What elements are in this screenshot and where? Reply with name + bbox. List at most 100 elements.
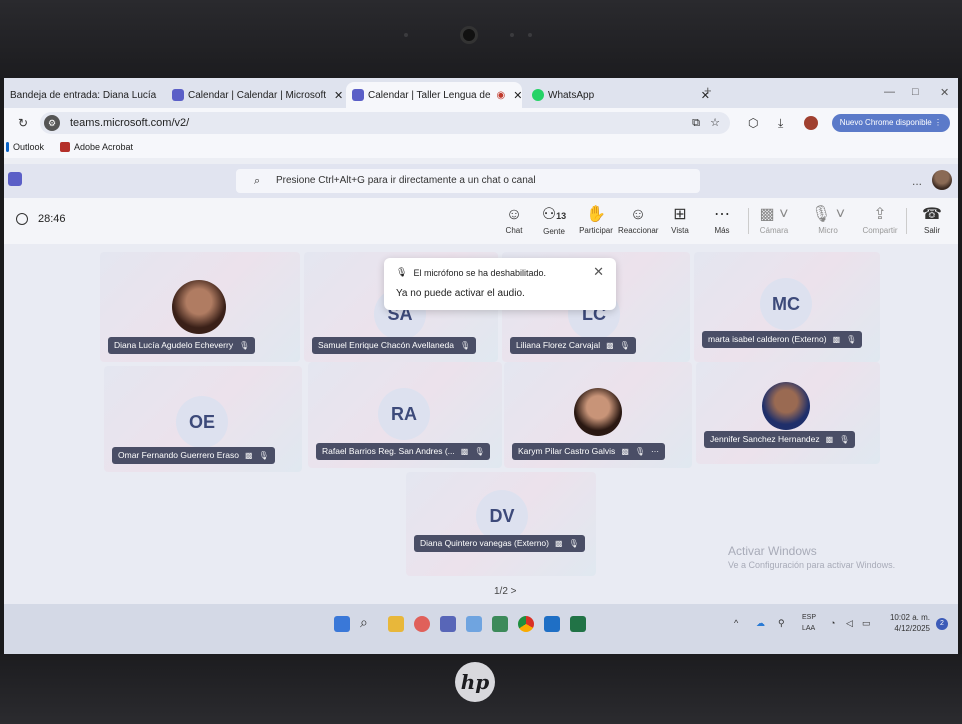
- new-tab-button[interactable]: +: [704, 83, 712, 98]
- participant-name: marta isabel calderon (Externo) ▩ 🎙: [702, 331, 863, 348]
- app-icon[interactable]: [414, 616, 430, 632]
- app-icon[interactable]: [440, 616, 456, 632]
- bookmark-outlook[interactable]: Outlook: [6, 142, 44, 152]
- cloud-icon[interactable]: ☁: [756, 618, 765, 629]
- site-info-icon[interactable]: ⚙: [44, 115, 60, 131]
- mic-off-icon: 🎙: [258, 451, 269, 460]
- minimize-icon[interactable]: —: [884, 86, 895, 98]
- user-avatar[interactable]: [932, 170, 952, 190]
- tab-whatsapp[interactable]: WhatsApp ✕: [526, 82, 716, 108]
- tray-chevron-icon[interactable]: ^: [734, 618, 738, 628]
- participant-tile[interactable]: Diana Lucía Agudelo Echeverry 🎙: [100, 252, 300, 362]
- more-icon: ⋯: [714, 206, 730, 223]
- battery-icon[interactable]: ▭: [862, 618, 871, 629]
- teams-search-input[interactable]: ⌕ Presione Ctrl+Alt+G para ir directamen…: [236, 169, 700, 193]
- mic-off-icon: 🎙: [396, 267, 408, 277]
- reload-icon[interactable]: ↻: [18, 116, 28, 130]
- participant-name: Diana Lucía Agudelo Echeverry 🎙: [108, 337, 256, 354]
- teams-header: ⌕ Presione Ctrl+Alt+G para ir directamen…: [4, 164, 958, 198]
- participant-name: Omar Fernando Guerrero Eraso ▩ 🎙: [112, 447, 275, 464]
- tab-outlook[interactable]: Bandeja de entrada: Diana Lucía✕: [4, 82, 162, 108]
- notification-badge[interactable]: 2: [936, 618, 948, 630]
- acrobat-icon: [60, 142, 70, 152]
- share-button[interactable]: ⇪ Compartir: [860, 204, 900, 235]
- participant-tile[interactable]: Jennifer Sanchez Hernandez ▩ 🎙: [696, 362, 880, 464]
- clock[interactable]: 10:02 a. m. 4/12/2025: [890, 612, 930, 634]
- participant-tile[interactable]: DV Diana Quintero vanegas (Externo) ▩ 🎙: [406, 472, 596, 576]
- close-icon[interactable]: ✕: [513, 89, 522, 102]
- participant-initials: OE: [176, 396, 228, 448]
- extensions-icon[interactable]: ⬡: [748, 116, 758, 130]
- chrome-icon[interactable]: [518, 616, 534, 632]
- close-toast-button[interactable]: ✕: [593, 264, 604, 280]
- maximize-icon[interactable]: □: [912, 86, 919, 98]
- people-button[interactable]: ⚇13 Gente: [534, 204, 574, 236]
- participant-tile[interactable]: RA Rafael Barrios Reg. San Andres (... ▩ 🎙: [308, 362, 502, 468]
- profile-icon[interactable]: [804, 116, 818, 130]
- start-icon[interactable]: [334, 616, 350, 632]
- recording-icon: ◉: [496, 89, 506, 101]
- react-button[interactable]: ☺ Reaccionar: [618, 204, 658, 235]
- share-icon: ⇪: [873, 206, 887, 223]
- excel-icon[interactable]: [570, 616, 586, 632]
- app-icon[interactable]: [492, 616, 508, 632]
- language-indicator[interactable]: ESP LAA: [802, 612, 816, 634]
- participant-tile[interactable]: OE Omar Fernando Guerrero Eraso ▩ 🎙: [104, 366, 302, 472]
- raise-hand-button[interactable]: ✋ Participar: [576, 204, 616, 235]
- chat-icon: ☺: [505, 206, 523, 223]
- windows-watermark-title: Activar Windows: [728, 544, 817, 558]
- app-icon[interactable]: [466, 616, 482, 632]
- mic-button[interactable]: 🎙 ˅ Micro: [808, 204, 848, 235]
- page-indicator[interactable]: 1/2 >: [494, 586, 517, 597]
- camera-button[interactable]: ▩ ˅ Cámara: [754, 204, 794, 235]
- camera-off-icon: ▩: [244, 451, 253, 460]
- participant-name: Jennifer Sanchez Hernandez ▩ 🎙: [704, 431, 856, 448]
- windows-taskbar: ⌕ ^ ☁ ⚲ ESP LAA ◔ ◁ ▭ 10:02 a. m. 4/12/202…: [4, 604, 958, 654]
- view-button[interactable]: ⊞ Vista: [660, 204, 700, 235]
- more-icon[interactable]: ⋯: [651, 443, 659, 460]
- chrome-update-button[interactable]: Nuevo Chrome disponible ⋮: [831, 114, 950, 132]
- participant-tile[interactable]: MC marta isabel calderon (Externo) ▩ 🎙: [694, 252, 880, 362]
- usb-icon[interactable]: ⚲: [778, 618, 785, 629]
- more-options-button[interactable]: ...: [912, 174, 922, 188]
- participant-tile[interactable]: Karym Pilar Castro Galvis ▩ 🎙 ⋯: [504, 362, 692, 468]
- divider: [906, 208, 907, 234]
- teams-icon: [172, 89, 184, 101]
- app-icon[interactable]: [544, 616, 560, 632]
- more-button[interactable]: ⋯ Más: [702, 204, 742, 235]
- wifi-icon[interactable]: ◔: [830, 618, 835, 628]
- search-icon[interactable]: ⌕: [360, 614, 376, 630]
- mic-off-icon: 🎙: [846, 335, 857, 344]
- camera-off-icon: ▩: [621, 447, 629, 456]
- bezel-dot: [510, 33, 514, 37]
- address-bar[interactable]: ⚙ teams.microsoft.com/v2/ ⧉ ☆: [40, 112, 730, 134]
- divider: [748, 208, 749, 234]
- camera-off-icon: ▩ ˅: [759, 206, 789, 223]
- bookmark-acrobat[interactable]: Adobe Acrobat: [60, 142, 133, 152]
- star-icon[interactable]: ☆: [710, 112, 720, 134]
- participant-initials: RA: [378, 388, 430, 440]
- whatsapp-icon: [532, 89, 544, 101]
- mic-off-icon: 🎙: [568, 539, 579, 548]
- leave-button[interactable]: ☎ Salir: [912, 204, 952, 235]
- download-icon[interactable]: ⤓: [778, 116, 783, 131]
- install-app-icon[interactable]: ⧉: [692, 112, 700, 134]
- close-icon[interactable]: ✕: [334, 89, 342, 102]
- mic-off-icon: 🎙: [239, 341, 250, 350]
- volume-icon[interactable]: ◁: [846, 618, 853, 629]
- participant-name: Karym Pilar Castro Galvis ▩ 🎙 ⋯: [512, 443, 666, 460]
- participant-photo: [172, 280, 226, 334]
- tab-calendar[interactable]: Calendar | Calendar | Microsoft ✕: [166, 82, 342, 108]
- chat-button[interactable]: ☺ Chat: [494, 204, 534, 235]
- mic-off-icon: 🎙: [619, 341, 630, 350]
- tab-calendar-taller[interactable]: Calendar | Taller Lengua de ◉ ✕: [346, 82, 522, 108]
- participant-name: Samuel Enrique Chacón Avellaneda 🎙: [312, 337, 477, 354]
- browser-tabstrip: Bandeja de entrada: Diana Lucía✕ Calenda…: [4, 78, 958, 108]
- smiley-icon: ☺: [629, 206, 647, 223]
- file-explorer-icon[interactable]: [388, 616, 404, 632]
- bezel-dot: [528, 33, 532, 37]
- camera-off-icon: ▩: [606, 341, 614, 350]
- close-window-icon[interactable]: ✕: [940, 86, 949, 99]
- participant-name: Liliana Florez Carvajal ▩ 🎙: [510, 337, 636, 354]
- browser-toolbar: ↻ ⚙ teams.microsoft.com/v2/ ⧉ ☆ ⬡ ⤓ Nuev…: [4, 108, 958, 138]
